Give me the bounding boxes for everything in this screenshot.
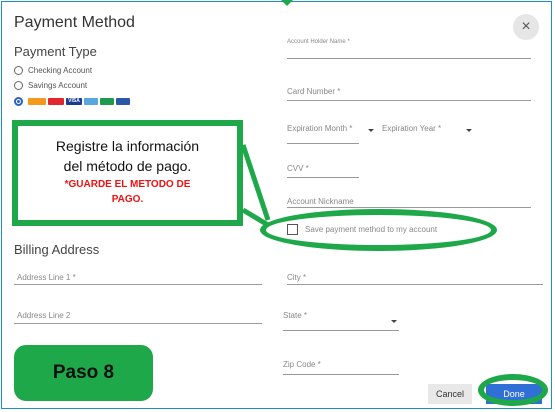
done-highlight-ring: [478, 374, 548, 406]
connector-line-upper: [240, 144, 271, 221]
callout-line-1: Registre la información: [55, 138, 200, 154]
callout-warning-2: PAGO.: [111, 194, 144, 205]
save-payment-highlight-ring: [260, 209, 497, 251]
step-badge: Paso 8: [14, 345, 153, 401]
callout-warning-1: *GUARDE EL METODO DE: [64, 179, 191, 190]
instruction-callout: Registre la información del método de pa…: [12, 120, 243, 226]
callout-line-2: del método de pago.: [63, 158, 192, 174]
